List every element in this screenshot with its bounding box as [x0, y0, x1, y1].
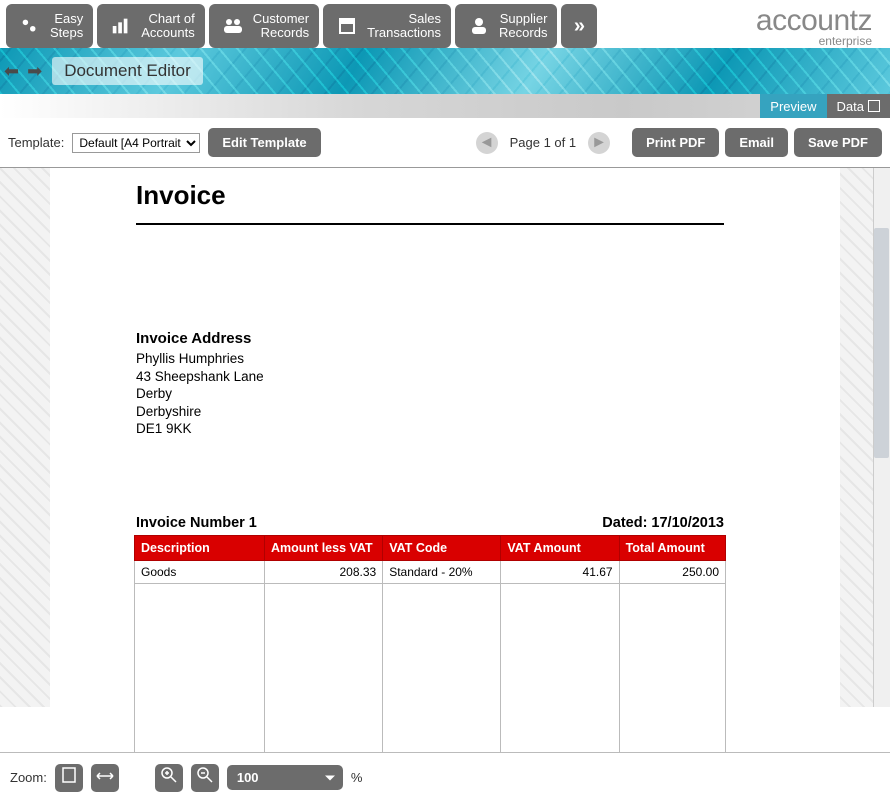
address-line: Derbyshire	[136, 403, 724, 421]
print-pdf-button[interactable]: Print PDF	[632, 128, 719, 157]
fit-width-icon	[96, 769, 114, 787]
col-total-amount: Total Amount	[619, 535, 725, 560]
page-indicator: Page 1 of 1	[510, 135, 577, 150]
col-amount-less-vat: Amount less VAT	[265, 535, 383, 560]
zoom-toolbar: Zoom: 100 %	[0, 752, 890, 802]
save-pdf-button[interactable]: Save PDF	[794, 128, 882, 157]
table-header-row: Description Amount less VAT VAT Code VAT…	[135, 535, 726, 560]
arrow-left-icon: ◄	[479, 134, 495, 152]
top-toolbar: Easy Steps Chart of Accounts Customer Re…	[0, 0, 890, 48]
zoom-in-button[interactable]	[155, 764, 183, 792]
zoom-in-icon	[161, 767, 177, 788]
page-icon	[62, 767, 76, 788]
tab-label: Preview	[770, 99, 816, 114]
nav-label: Customer Records	[253, 12, 309, 41]
nav-supplier-records[interactable]: Supplier Records	[455, 4, 557, 48]
document-icon	[333, 12, 361, 40]
zoom-select[interactable]: 100	[227, 765, 343, 790]
nav-customer-records[interactable]: Customer Records	[209, 4, 319, 48]
tab-label: Data	[837, 99, 864, 114]
address-line: DE1 9KK	[136, 420, 724, 438]
chevrons-right-icon: »	[574, 15, 585, 38]
fit-page-button[interactable]	[55, 764, 83, 792]
nav-chart-of-accounts[interactable]: Chart of Accounts	[97, 4, 204, 48]
cell-vat-amount: 41.67	[501, 560, 619, 583]
person-icon	[465, 12, 493, 40]
tab-data[interactable]: Data	[827, 94, 890, 118]
section-header: ⬅ ➡ Document Editor	[0, 48, 890, 94]
address-line: Derby	[136, 385, 724, 403]
zoom-unit: %	[351, 770, 363, 785]
col-description: Description	[135, 535, 265, 560]
invoice-address-section: Invoice Address Phyllis Humphries 43 She…	[136, 330, 724, 438]
zoom-label: Zoom:	[10, 770, 47, 785]
document-toolbar: Template: Default [A4 Portrait Edit Temp…	[0, 118, 890, 167]
page-prev-button[interactable]: ◄	[476, 132, 498, 154]
cell-total: 250.00	[619, 560, 725, 583]
forward-arrow[interactable]: ➡	[27, 61, 42, 82]
address-line: 43 Sheepshank Lane	[136, 368, 724, 386]
nav-sales-transactions[interactable]: Sales Transactions	[323, 4, 451, 48]
fit-width-button[interactable]	[91, 764, 119, 792]
nav-easy-steps[interactable]: Easy Steps	[6, 4, 93, 48]
zoom-select-wrap: 100	[227, 765, 343, 790]
people-icon	[219, 12, 247, 40]
document-page: Invoice Invoice Address Phyllis Humphrie…	[120, 168, 740, 794]
invoice-meta-row: Invoice Number 1 Dated: 17/10/2013	[136, 515, 724, 531]
arrow-right-icon: ►	[591, 134, 607, 152]
grid-icon	[868, 100, 880, 112]
brand-name: accountz	[756, 4, 872, 38]
title-rule	[136, 223, 724, 225]
cell-amount-less-vat: 208.33	[265, 560, 383, 583]
nav-label: Supplier Records	[499, 12, 547, 41]
edit-template-button[interactable]: Edit Template	[208, 128, 320, 157]
col-vat-code: VAT Code	[383, 535, 501, 560]
email-button[interactable]: Email	[725, 128, 788, 157]
view-tabs: Preview Data	[0, 94, 890, 118]
invoice-number: Invoice Number 1	[136, 515, 257, 531]
scrollbar-thumb[interactable]	[874, 228, 889, 458]
template-label: Template:	[8, 135, 64, 150]
zoom-out-icon	[197, 767, 213, 788]
nav-label: Sales Transactions	[367, 12, 441, 41]
document-title: Invoice	[136, 180, 740, 211]
template-select[interactable]: Default [A4 Portrait	[72, 133, 200, 153]
cell-vat-code: Standard - 20%	[383, 560, 501, 583]
vertical-scrollbar[interactable]	[873, 168, 890, 707]
address-line: Phyllis Humphries	[136, 350, 724, 368]
cell-description: Goods	[135, 560, 265, 583]
tab-preview[interactable]: Preview	[760, 94, 826, 118]
bars-icon	[107, 12, 135, 40]
nav-label: Easy Steps	[50, 12, 83, 41]
brand: accountz enterprise	[756, 4, 884, 48]
footsteps-icon	[16, 12, 44, 40]
nav-more-button[interactable]: »	[561, 4, 597, 48]
zoom-out-button[interactable]	[191, 764, 219, 792]
back-arrow[interactable]: ⬅	[4, 61, 19, 82]
col-vat-amount: VAT Amount	[501, 535, 619, 560]
address-heading: Invoice Address	[136, 330, 724, 347]
zoom-value: 100	[237, 770, 259, 785]
chevron-down-icon	[325, 775, 335, 780]
nav-label: Chart of Accounts	[141, 12, 194, 41]
invoice-date: Dated: 17/10/2013	[602, 515, 724, 531]
page-next-button[interactable]: ►	[588, 132, 610, 154]
pager: ◄ Page 1 of 1 ►	[476, 132, 611, 154]
page-title: Document Editor	[52, 57, 203, 85]
table-row: Goods 208.33 Standard - 20% 41.67 250.00	[135, 560, 726, 583]
document-canvas: Invoice Invoice Address Phyllis Humphrie…	[0, 167, 890, 707]
